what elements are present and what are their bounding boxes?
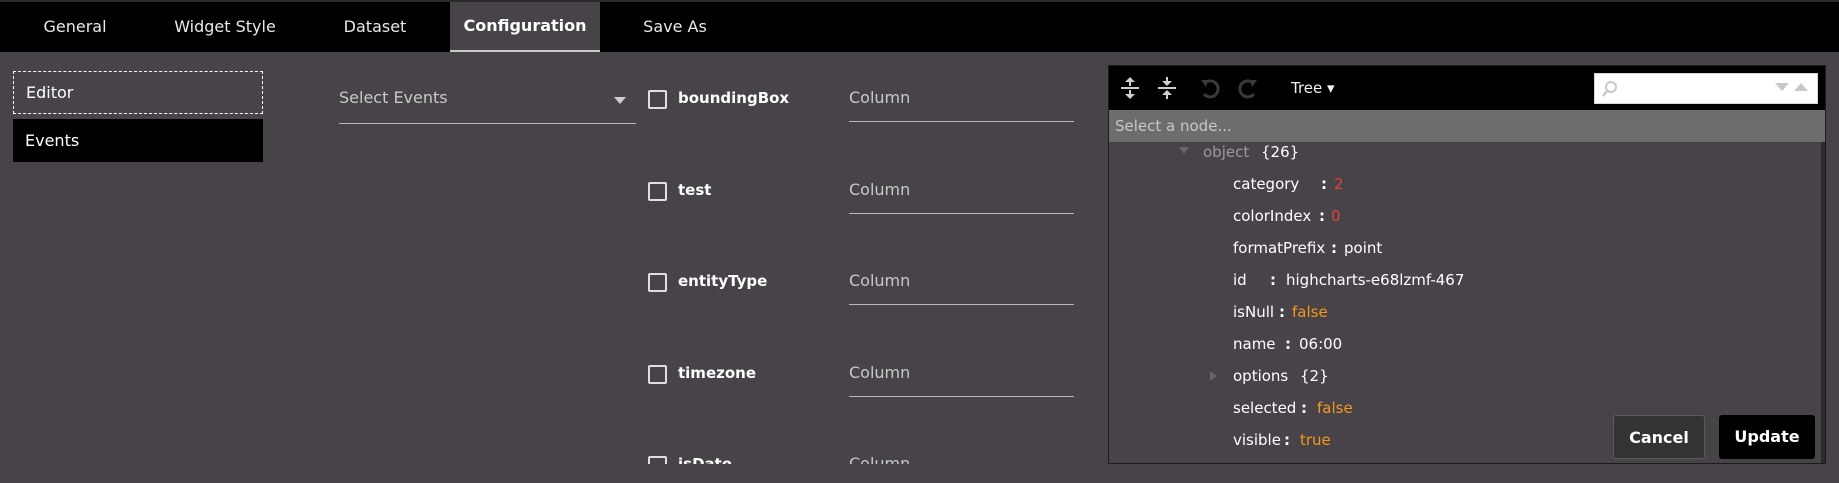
tree-node-key: selected	[1233, 399, 1297, 417]
select-events-dropdown[interactable]: Select Events	[339, 80, 636, 124]
checkbox-isdate[interactable]	[648, 456, 667, 464]
tree-node-separator: :	[1331, 239, 1337, 257]
sidebar-item-editor[interactable]: Editor	[13, 71, 263, 114]
column-placeholder: Column	[849, 88, 911, 107]
tab-general[interactable]: General	[0, 2, 150, 52]
collapse-arrow-icon[interactable]	[1179, 147, 1189, 154]
node-search-bar[interactable]: Select a node...	[1109, 110, 1825, 142]
column-placeholder: Column	[849, 363, 911, 382]
tree-node-value[interactable]: false	[1317, 399, 1353, 417]
field-row-isdate: isDate Column	[640, 436, 1090, 464]
field-name: boundingBox	[678, 89, 790, 107]
tree-node-key: category	[1233, 175, 1300, 193]
tree-scrollbar[interactable]	[1821, 142, 1825, 463]
tree-node-value[interactable]: 0	[1331, 207, 1341, 225]
field-name: timezone	[678, 364, 757, 382]
column-placeholder: Column	[849, 454, 911, 464]
undo-icon[interactable]	[1198, 76, 1222, 100]
tree-node-name[interactable]: name : 06:00	[1109, 330, 1809, 362]
tree-node-key: isNull	[1233, 303, 1275, 321]
tree-node-value[interactable]: 2	[1334, 175, 1344, 193]
select-events-placeholder: Select Events	[339, 88, 448, 107]
column-input-test[interactable]: Column	[849, 170, 1074, 214]
sidebar-item-events[interactable]: Events	[13, 119, 263, 162]
tree-node-id[interactable]: id : highcharts-e68lzmf-467	[1109, 266, 1809, 298]
tree-node-value[interactable]: highcharts-e68lzmf-467	[1286, 271, 1464, 289]
update-button[interactable]: Update	[1719, 415, 1815, 459]
tree-body: object {26} category : 2 colorIndex : 0 …	[1109, 142, 1825, 463]
field-name: test	[678, 181, 712, 199]
tree-node-separator: :	[1321, 175, 1327, 193]
collapse-all-icon[interactable]	[1155, 76, 1179, 100]
tab-dataset[interactable]: Dataset	[300, 2, 450, 52]
tree-node-formatprefix[interactable]: formatPrefix : point	[1109, 234, 1809, 266]
expand-arrow-icon[interactable]	[1210, 371, 1217, 381]
tree-node-separator: :	[1284, 431, 1290, 449]
field-mapping-list: boundingBox Column test Column entityTyp…	[640, 70, 1090, 464]
checkbox-boundingbox[interactable]	[648, 90, 667, 109]
tree-root-key: object	[1203, 143, 1250, 161]
checkbox-test[interactable]	[648, 182, 667, 201]
tree-node-key: options	[1233, 367, 1289, 385]
tree-node-value[interactable]: point	[1344, 239, 1382, 257]
node-search-placeholder: Select a node...	[1115, 117, 1232, 135]
tree-node-value[interactable]: true	[1300, 431, 1331, 449]
column-input-boundingbox[interactable]: Column	[849, 78, 1074, 122]
field-row-boundingbox: boundingBox Column	[640, 70, 1090, 140]
tree-node-key: colorIndex	[1233, 207, 1312, 225]
tree-node-key: id	[1233, 271, 1247, 289]
tree-mode-selector[interactable]: Tree ▾	[1291, 79, 1335, 97]
field-row-test: test Column	[640, 162, 1090, 232]
search-previous-icon[interactable]	[1794, 83, 1808, 91]
tree-node-value[interactable]: 06:00	[1299, 335, 1342, 353]
search-next-icon[interactable]	[1775, 83, 1789, 91]
tree-node-separator: :	[1285, 335, 1291, 353]
tree-node-options[interactable]: options {2}	[1109, 362, 1809, 394]
tree-node-key: visible	[1233, 431, 1281, 449]
tree-node-colorindex[interactable]: colorIndex : 0	[1109, 202, 1809, 234]
tree-node-key: formatPrefix	[1233, 239, 1326, 257]
tree-root-count: {26}	[1261, 143, 1300, 161]
tree-node-isnull[interactable]: isNull : false	[1109, 298, 1809, 330]
field-name: isDate	[678, 455, 732, 464]
tree-node-category[interactable]: category : 2	[1109, 170, 1809, 202]
tree-node-separator: :	[1301, 399, 1307, 417]
tree-node-count: {2}	[1300, 367, 1329, 385]
column-input-entitytype[interactable]: Column	[849, 261, 1074, 305]
redo-icon[interactable]	[1236, 76, 1260, 100]
tab-configuration[interactable]: Configuration	[450, 2, 600, 52]
chevron-down-icon	[614, 97, 626, 104]
column-input-timezone[interactable]: Column	[849, 353, 1074, 397]
checkbox-entitytype[interactable]	[648, 273, 667, 292]
checkbox-timezone[interactable]	[648, 365, 667, 384]
column-placeholder: Column	[849, 180, 911, 199]
tab-save-as[interactable]: Save As	[600, 2, 750, 52]
tab-bar: General Widget Style Dataset Configurati…	[0, 0, 1839, 52]
field-row-timezone: timezone Column	[640, 345, 1090, 415]
tree-node-separator: :	[1270, 271, 1276, 289]
column-placeholder: Column	[849, 271, 911, 290]
cancel-button[interactable]: Cancel	[1613, 415, 1705, 459]
tree-node-separator: :	[1319, 207, 1325, 225]
tree-node-separator: :	[1279, 303, 1285, 321]
field-row-entitytype: entityType Column	[640, 253, 1090, 323]
json-tree-editor: Tree ▾ Select a node... object {26} cate…	[1108, 65, 1826, 464]
tree-toolbar: Tree ▾	[1109, 66, 1825, 110]
tree-node-value[interactable]: false	[1292, 303, 1328, 321]
tree-root-node[interactable]: object {26}	[1109, 142, 1809, 170]
field-name: entityType	[678, 272, 768, 290]
expand-all-icon[interactable]	[1118, 76, 1142, 100]
column-input-isdate[interactable]: Column	[849, 444, 1074, 464]
tab-widget-style[interactable]: Widget Style	[150, 2, 300, 52]
tree-search-input[interactable]	[1594, 73, 1818, 104]
search-icon	[1602, 81, 1617, 97]
tree-node-key: name	[1233, 335, 1276, 353]
